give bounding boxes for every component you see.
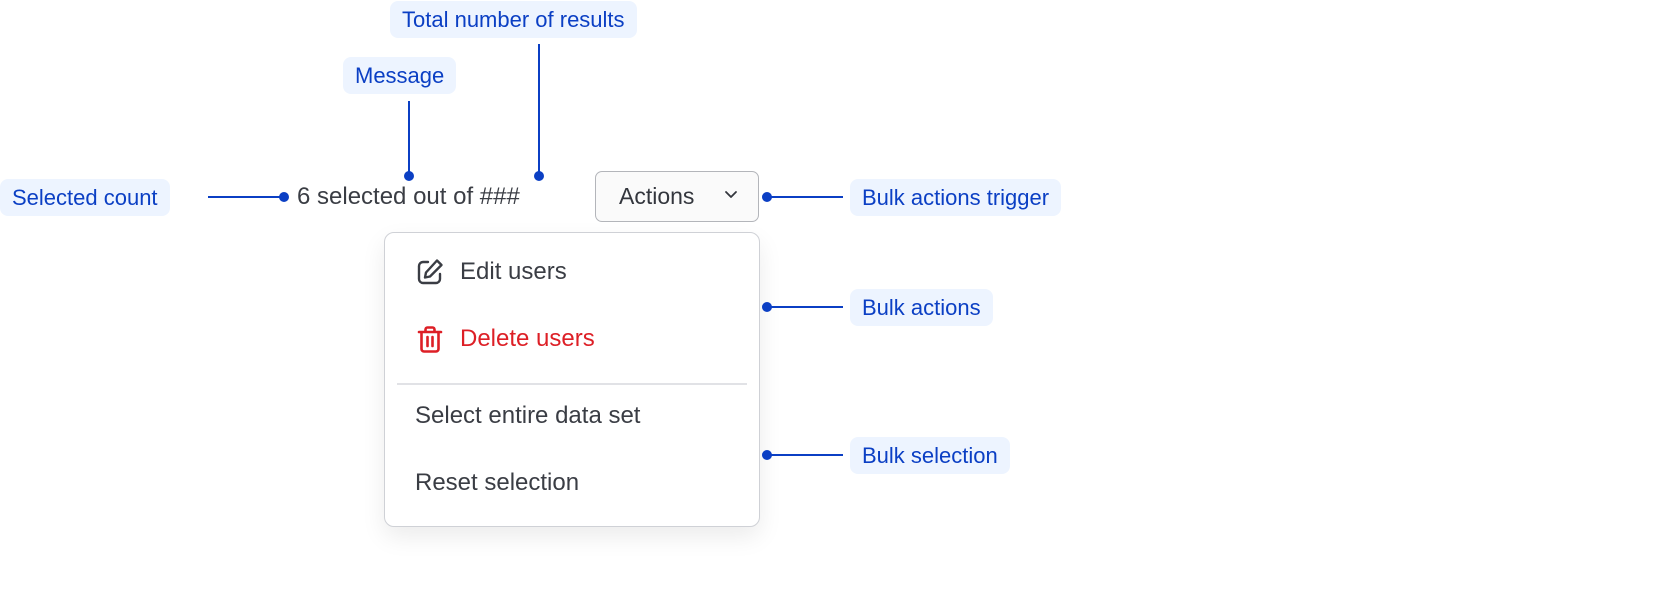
callout-bulk-selection: Bulk selection xyxy=(850,437,1010,474)
menu-item-label: Edit users xyxy=(460,258,567,285)
connector-bulk-actions xyxy=(767,306,843,308)
menu-item-label: Delete users xyxy=(460,325,595,352)
callout-selected-count: Selected count xyxy=(0,179,170,216)
selection-message: 6 selected out of ### xyxy=(297,183,520,210)
menu-item-label: Select entire data set xyxy=(415,402,641,429)
menu-item-label: Reset selection xyxy=(415,469,580,496)
menu-item-edit-users[interactable]: Edit users xyxy=(415,257,567,287)
bulk-actions-trigger-button[interactable]: Actions xyxy=(595,171,759,222)
menu-item-delete-users[interactable]: Delete users xyxy=(415,324,595,354)
callout-bulk-actions: Bulk actions xyxy=(850,289,993,326)
edit-icon xyxy=(417,259,443,285)
menu-item-select-entire-data-set[interactable]: Select entire data set xyxy=(415,402,640,430)
connector-message xyxy=(408,101,410,176)
trash-icon xyxy=(417,326,443,353)
connector-dot-total-results xyxy=(534,171,544,181)
menu-item-reset-selection[interactable]: Reset selection xyxy=(415,469,579,497)
callout-bulk-actions-trigger: Bulk actions trigger xyxy=(850,179,1062,216)
bulk-actions-menu: Edit users Delete users Select entire da… xyxy=(384,232,760,527)
menu-divider xyxy=(397,383,747,385)
chevron-down-icon xyxy=(725,191,737,198)
callout-message: Message xyxy=(343,57,457,94)
connector-dot-selected-count xyxy=(279,192,289,202)
connector-selected-count xyxy=(208,196,284,198)
connector-total-results xyxy=(538,44,540,176)
connector-bulk-actions-trigger xyxy=(767,196,843,198)
connector-bulk-selection xyxy=(767,454,843,456)
callout-total-results: Total number of results xyxy=(390,1,637,38)
actions-button-label: Actions xyxy=(619,183,695,209)
